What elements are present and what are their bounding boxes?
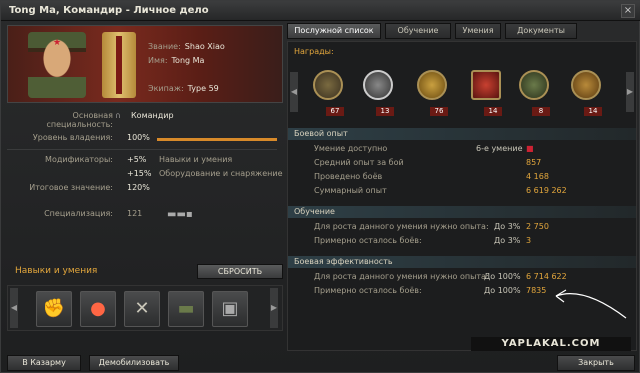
modifiers-label: Модификаторы: <box>45 155 113 164</box>
crew-row: Экипаж: Type 59 <box>148 84 219 93</box>
reset-skills-button[interactable]: СБРОСИТЬ <box>197 264 283 279</box>
stat-row: Проведено боёв 4 168 <box>314 172 549 181</box>
stat-row: Суммарный опыт 6 619 262 <box>314 186 567 195</box>
star-icon: ★ <box>53 38 62 48</box>
crew-value: Type 59 <box>187 84 219 93</box>
mastery-progress-bar <box>157 138 277 141</box>
skills-title: Навыки и умения <box>15 266 98 276</box>
name-value: Tong Ma <box>171 56 205 65</box>
divider <box>7 149 277 150</box>
specialty-label: Основная специальность: <box>46 111 113 129</box>
lightbulb-icon[interactable]: ● <box>80 291 116 327</box>
radio-icon[interactable]: ▣ <box>212 291 248 327</box>
skill-available-icon: ■ <box>526 144 534 153</box>
rank-value: Shao Xiao <box>184 42 225 51</box>
fist-icon[interactable]: ✊ <box>36 291 72 327</box>
crew-stats: Основная специальность: ∩ Командир Урове… <box>7 105 283 260</box>
mod1-desc: Навыки и умения <box>159 155 233 164</box>
medal-4[interactable]: 14 <box>468 68 504 116</box>
stat-row: Для роста данного умения нужно опыта: До … <box>314 222 549 231</box>
handwritten-arrow-icon <box>555 289 627 319</box>
tab-documents[interactable]: Документы <box>505 23 577 39</box>
medals-row: ◀ 67 13 76 14 8 14 ▶ <box>288 64 636 122</box>
portrait-panel: ★ Звание: Shao Xiao Имя: Tong Ma Экипаж: Ty… <box>7 25 283 103</box>
tab-training[interactable]: Обучение <box>385 23 451 39</box>
name-row: Имя: Tong Ma <box>148 56 205 65</box>
mod2-value: +15% <box>127 169 152 178</box>
combat-title: Боевой опыт <box>288 128 636 140</box>
mastery-label: Уровень владения: <box>32 133 113 142</box>
tank-silhouette-icon: ▬▬▪ <box>167 209 193 220</box>
tank-camo-icon[interactable]: ▬ <box>168 291 204 327</box>
skills-next-arrow-icon[interactable]: ▶ <box>270 288 278 328</box>
mod1-value: +5% <box>127 155 147 164</box>
skills-prev-arrow-icon[interactable]: ◀ <box>10 288 18 328</box>
mastery-value: 100% <box>127 133 150 142</box>
specialization-label: Специализация: <box>44 209 113 218</box>
efficiency-title: Боевая эффективность <box>288 256 636 268</box>
stat-row: Примерно осталось боёв: До 3% 3 <box>314 236 532 245</box>
total-label: Итоговое значение: <box>29 183 113 192</box>
medal-5[interactable]: 8 <box>516 68 552 116</box>
training-title: Обучение <box>288 206 636 218</box>
tab-service-record[interactable]: Послужной список <box>287 23 381 39</box>
medals-next-arrow-icon[interactable]: ▶ <box>626 72 634 112</box>
window-title: Tong Ma, Командир - Личное дело <box>9 5 209 16</box>
specialization-value: 121 <box>127 209 143 218</box>
barracks-button[interactable]: В Казарму <box>7 355 81 371</box>
tab-skills[interactable]: Умения <box>455 23 501 39</box>
personal-file-window: Tong Ma, Командир - Личное дело × ★ Зван… <box>0 0 640 373</box>
demobilize-button[interactable]: Демобилизовать <box>89 355 179 371</box>
close-icon[interactable]: × <box>621 4 635 18</box>
medals-prev-arrow-icon[interactable]: ◀ <box>290 72 298 112</box>
headphones-icon: ∩ <box>115 111 121 120</box>
title-bar[interactable]: Tong Ma, Командир - Личное дело × <box>1 1 640 21</box>
skills-header: Навыки и умения СБРОСИТЬ <box>7 261 283 281</box>
mastery-progress-fill <box>157 138 277 141</box>
tools-icon[interactable]: ✕ <box>124 291 160 327</box>
awards-title: Награды: <box>294 47 334 56</box>
close-button[interactable]: Закрыть <box>557 355 635 371</box>
total-value: 120% <box>127 183 150 192</box>
service-record-panel: Награды: ◀ 67 13 76 14 8 14 ▶ Боевой опы… <box>287 41 637 351</box>
specialty-value: Командир <box>131 111 174 120</box>
stat-row: Средний опыт за бой 857 <box>314 158 542 167</box>
medal-6[interactable]: 14 <box>568 68 604 116</box>
medal-2[interactable]: 13 <box>360 68 396 116</box>
tab-bar: Послужной список Обучение Умения Докумен… <box>287 23 637 39</box>
mod2-desc: Оборудование и снаряжение <box>159 169 283 178</box>
rank-row: Звание: Shao Xiao <box>148 42 225 51</box>
watermark: YAPLAKAL.COM <box>471 337 631 351</box>
rank-epaulette-icon <box>102 32 136 98</box>
medal-3[interactable]: 76 <box>414 68 450 116</box>
skills-row: ◀ ✊ ● ✕ ▬ ▣ ▶ <box>7 285 283 331</box>
medal-1[interactable]: 67 <box>310 68 346 116</box>
stat-row: Для роста данного умения нужно опыта: До … <box>314 272 567 281</box>
stat-row: Умение доступно 6-е умение ■ <box>314 144 534 153</box>
